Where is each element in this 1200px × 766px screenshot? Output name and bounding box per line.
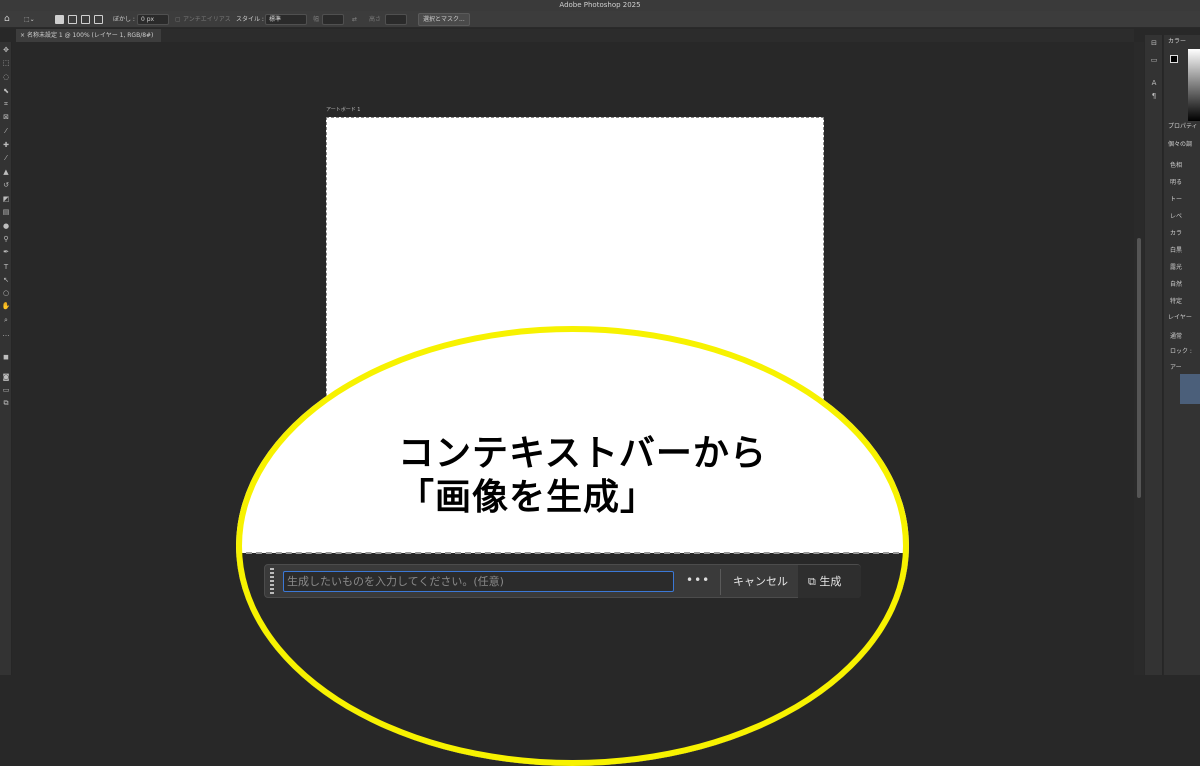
adjustment-item[interactable]: 自然 [1170,279,1182,288]
adjustment-item[interactable]: カラ [1170,228,1182,237]
blend-mode-select[interactable]: 通常 [1170,331,1182,340]
hand-tool-icon[interactable]: ✋ [1,301,11,311]
lock-label: ロック : [1170,348,1192,355]
quick-mask-icon[interactable]: ◙ [1,372,11,382]
style-label: スタイル : [236,16,264,23]
scrollbar-thumb[interactable] [1137,238,1141,498]
window-title-bar: Adobe Photoshop 2025 [0,0,1200,11]
adjustment-item[interactable]: 特定 [1170,296,1182,305]
swap-icon[interactable]: ⇄ [352,14,357,25]
width-label: 幅 [313,16,320,23]
move-tool-icon[interactable]: ✥ [1,45,11,55]
adjustment-item[interactable]: 白黒 [1170,245,1182,254]
right-panel: カラー プロパティ 個々の調 色相 明る トー レベ カラ 白黒 露光 自然 特… [1164,35,1200,675]
annotation-heading: コンテキストバーから 「画像を生成」 [398,432,767,520]
tab-layers[interactable]: レイヤー [1164,313,1192,323]
path-selection-tool-icon[interactable]: ↖ [1,275,11,285]
color-picker-gradient[interactable] [1188,49,1200,121]
options-bar: ⌂ ⬚⌄ ぼかし : 0 px ▢ アンチエイリアス スタイル : 標準 幅 ⇄… [0,11,1200,28]
antialias-label: アンチエイリアス [183,16,231,23]
brush-tool-icon[interactable]: ⁄ [1,153,11,163]
zoom-tool-icon[interactable]: ⌕ [1,315,11,325]
eyedropper-tool-icon[interactable]: ⁄ [1,126,11,136]
history-panel-icon[interactable]: ⊟ [1149,38,1159,48]
comments-panel-icon[interactable]: ▭ [1149,55,1159,65]
healing-brush-tool-icon[interactable]: ✚ [1,140,11,150]
generate-icon: ⧉ [808,575,816,588]
history-brush-tool-icon[interactable]: ↺ [1,180,11,190]
object-selection-tool-icon[interactable]: ⬉ [1,86,11,96]
crop-tool-icon[interactable]: ⌗ [1,99,11,109]
document-tab-label: 名称未設定 1 @ 100% (レイヤー 1, RGB/8#) [26,32,154,39]
panel-icon-strip: ⊟ ▭ A ¶ [1145,35,1163,675]
subtract-from-selection-icon[interactable] [81,15,90,24]
foreground-color-swatch[interactable] [1170,55,1178,63]
layer-group-row[interactable]: アー [1170,362,1182,371]
divider [720,569,721,595]
vertical-scrollbar[interactable] [1134,42,1144,675]
annotation-line-2: 「画像を生成」 [398,477,658,518]
style-select[interactable]: 標準 [265,14,307,25]
tab-close-icon[interactable]: × [20,32,25,39]
paragraph-panel-icon[interactable]: ¶ [1149,91,1159,101]
shape-tool-icon[interactable]: ○ [1,288,11,298]
app-title: Adobe Photoshop 2025 [559,1,641,9]
cancel-button[interactable]: キャンセル [727,571,794,592]
adjustment-item[interactable]: 明る [1170,177,1182,186]
character-panel-icon[interactable]: A [1149,78,1159,88]
home-icon[interactable]: ⌂ [4,14,10,25]
annotation-line-1: コンテキストバーから [398,433,767,474]
document-tab[interactable]: × 名称未設定 1 @ 100% (レイヤー 1, RGB/8#) [16,29,161,42]
frame-tool-icon[interactable]: ⊠ [1,112,11,122]
adjustment-item[interactable]: トー [1170,194,1182,203]
screen-mode-icon[interactable]: ▭ [1,385,11,395]
drag-handle-icon[interactable] [270,568,274,596]
generate-label: 生成 [819,575,842,588]
type-tool-icon[interactable]: T [1,262,11,272]
antialias-checkbox[interactable]: ▢ [175,14,181,25]
properties-section-header[interactable]: 個々の調 [1164,140,1192,150]
clone-stamp-tool-icon[interactable]: ▲ [1,167,11,177]
tools-panel: ✥ ⬚ ◌ ⬉ ⌗ ⊠ ⁄ ✚ ⁄ ▲ ↺ ◩ ▤ ● ⚲ ✒ T ↖ ○ ✋ … [0,42,12,675]
color-swatch-icon[interactable]: ◼ [1,352,11,362]
blur-tool-icon[interactable]: ● [1,221,11,231]
artboard-view-icon[interactable]: ⧉ [1,398,11,408]
marquee-tool-preset-icon[interactable]: ⬚⌄ [24,14,35,25]
layer-row-selected[interactable] [1180,374,1200,404]
marquee-tool-icon[interactable]: ⬚ [1,58,11,68]
select-and-mask-button[interactable]: 選択とマスク... [418,13,470,26]
document-tab-bar: × 名称未設定 1 @ 100% (レイヤー 1, RGB/8#) [16,29,1134,42]
more-options-icon[interactable]: ••• [686,573,710,587]
lasso-tool-icon[interactable]: ◌ [1,72,11,82]
gradient-tool-icon[interactable]: ▤ [1,207,11,217]
tab-color[interactable]: カラー [1164,37,1186,47]
prompt-input[interactable]: 生成したいものを入力してください。(任意) [283,571,674,592]
feather-label: ぼかし : [113,16,135,23]
intersect-selection-icon[interactable] [94,15,103,24]
generate-button[interactable]: ⧉ 生成 [798,565,861,598]
dodge-tool-icon[interactable]: ⚲ [1,234,11,244]
edit-toolbar-icon[interactable]: … [1,329,11,339]
contextual-task-bar: 生成したいものを入力してください。(任意) ••• キャンセル ⧉ 生成 [264,564,861,598]
height-input[interactable] [385,14,407,25]
pen-tool-icon[interactable]: ✒ [1,247,11,257]
adjustment-item[interactable]: 露光 [1170,262,1182,271]
adjustment-item[interactable]: 色相 [1170,160,1182,169]
eraser-tool-icon[interactable]: ◩ [1,194,11,204]
feather-input[interactable]: 0 px [137,14,169,25]
highlight-ring [236,326,909,766]
artboard-label: アートボード 1 [326,107,361,113]
width-input[interactable] [322,14,344,25]
tab-properties[interactable]: プロパティ [1164,122,1198,132]
add-to-selection-icon[interactable] [68,15,77,24]
adjustment-item[interactable]: レベ [1170,211,1182,220]
height-label: 高さ [369,16,382,23]
new-selection-icon[interactable] [55,15,64,24]
